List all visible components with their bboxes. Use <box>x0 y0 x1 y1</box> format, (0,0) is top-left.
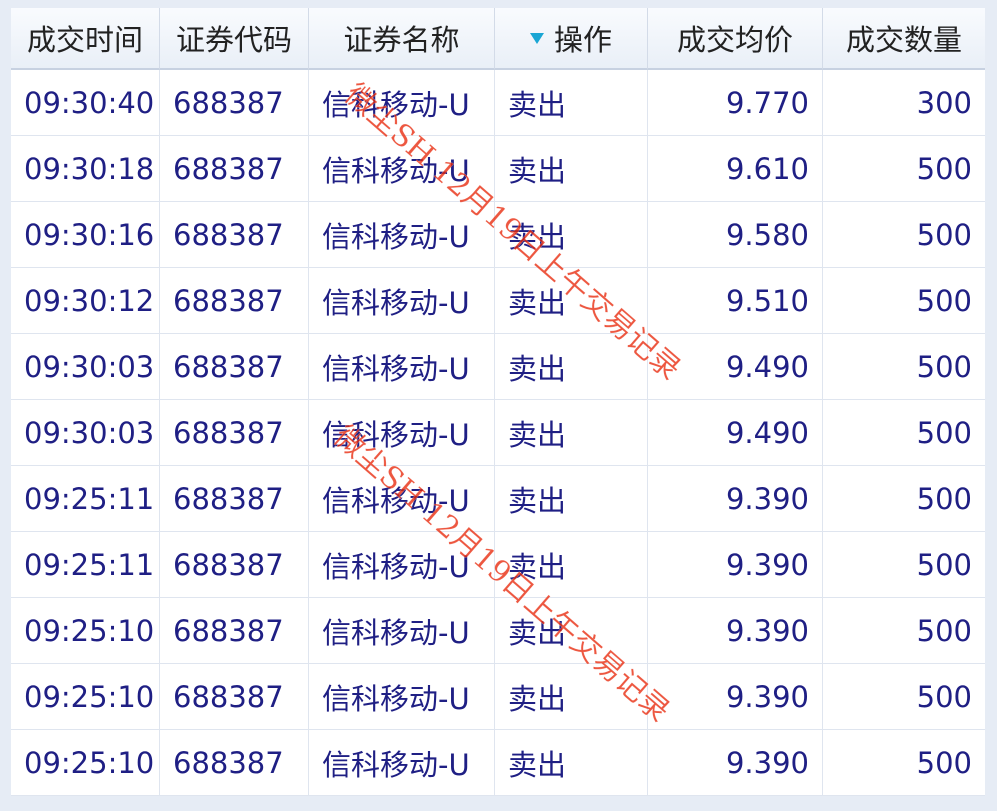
cell-security-name: 信科移动-U <box>309 136 495 202</box>
cell-avg-price: 9.490 <box>648 400 823 466</box>
cell-quantity: 500 <box>823 268 985 334</box>
cell-security-code: 688387 <box>160 598 309 664</box>
cell-action: 卖出 <box>495 334 648 400</box>
cell-avg-price: 9.490 <box>648 334 823 400</box>
column-header-trade-time[interactable]: 成交时间 <box>11 8 160 70</box>
column-header-action-label: 操作 <box>553 23 612 57</box>
cell-trade-time: 09:25:10 <box>11 664 160 730</box>
sort-down-triangle-icon[interactable] <box>529 33 544 44</box>
cell-security-code: 688387 <box>160 70 309 136</box>
cell-action: 卖出 <box>495 532 648 598</box>
table-header: 成交时间 证券代码 证券名称 操作 成交均价 成交数量 <box>11 8 985 70</box>
cell-security-code: 688387 <box>160 202 309 268</box>
column-header-action[interactable]: 操作 <box>495 8 648 70</box>
cell-security-code: 688387 <box>160 400 309 466</box>
table-row[interactable]: 09:25:10 688387 信科移动-U 卖出 9.390 500 <box>11 664 985 730</box>
cell-security-name: 信科移动-U <box>309 202 495 268</box>
cell-avg-price: 9.580 <box>648 202 823 268</box>
table-body: 09:30:40 688387 信科移动-U 卖出 9.770 300 09:30:18 68… <box>11 70 985 796</box>
cell-avg-price: 9.390 <box>648 730 823 796</box>
header-row: 成交时间 证券代码 证券名称 操作 成交均价 成交数量 <box>11 8 985 70</box>
cell-quantity: 500 <box>823 400 985 466</box>
table-row[interactable]: 09:25:11 688387 信科移动-U 卖出 9.390 500 <box>11 532 985 598</box>
cell-security-code: 688387 <box>160 268 309 334</box>
table-row[interactable]: 09:30:16 688387 信科移动-U 卖出 9.580 500 <box>11 202 985 268</box>
cell-quantity: 500 <box>823 664 985 730</box>
cell-quantity: 500 <box>823 466 985 532</box>
cell-action: 卖出 <box>495 400 648 466</box>
cell-action: 卖出 <box>495 268 648 334</box>
cell-security-code: 688387 <box>160 730 309 796</box>
cell-trade-time: 09:30:03 <box>11 334 160 400</box>
cell-quantity: 300 <box>823 70 985 136</box>
cell-action: 卖出 <box>495 70 648 136</box>
cell-trade-time: 09:25:10 <box>11 730 160 796</box>
column-header-avg-price[interactable]: 成交均价 <box>648 8 823 70</box>
cell-trade-time: 09:30:16 <box>11 202 160 268</box>
cell-quantity: 500 <box>823 730 985 796</box>
cell-avg-price: 9.510 <box>648 268 823 334</box>
cell-action: 卖出 <box>495 664 648 730</box>
cell-trade-time: 09:30:18 <box>11 136 160 202</box>
cell-security-code: 688387 <box>160 532 309 598</box>
cell-trade-time: 09:30:40 <box>11 70 160 136</box>
cell-action: 卖出 <box>495 202 648 268</box>
cell-action: 卖出 <box>495 466 648 532</box>
cell-trade-time: 09:25:10 <box>11 598 160 664</box>
cell-action: 卖出 <box>495 730 648 796</box>
cell-avg-price: 9.390 <box>648 466 823 532</box>
trade-records-table: 成交时间 证券代码 证券名称 操作 成交均价 成交数量 09:30:40 6883… <box>11 8 985 796</box>
cell-trade-time: 09:25:11 <box>11 466 160 532</box>
cell-avg-price: 9.390 <box>648 664 823 730</box>
table-row[interactable]: 09:25:11 688387 信科移动-U 卖出 9.390 500 <box>11 466 985 532</box>
cell-avg-price: 9.610 <box>648 136 823 202</box>
cell-quantity: 500 <box>823 532 985 598</box>
cell-security-name: 信科移动-U <box>309 664 495 730</box>
cell-quantity: 500 <box>823 334 985 400</box>
cell-quantity: 500 <box>823 202 985 268</box>
table-row[interactable]: 09:25:10 688387 信科移动-U 卖出 9.390 500 <box>11 598 985 664</box>
trade-records-panel: 成交时间 证券代码 证券名称 操作 成交均价 成交数量 09:30:40 6883… <box>11 8 985 796</box>
cell-avg-price: 9.390 <box>648 532 823 598</box>
cell-security-code: 688387 <box>160 136 309 202</box>
column-header-security-code[interactable]: 证券代码 <box>160 8 309 70</box>
cell-trade-time: 09:25:11 <box>11 532 160 598</box>
cell-security-code: 688387 <box>160 664 309 730</box>
cell-security-code: 688387 <box>160 466 309 532</box>
table-row[interactable]: 09:30:03 688387 信科移动-U 卖出 9.490 500 <box>11 400 985 466</box>
cell-security-name: 信科移动-U <box>309 466 495 532</box>
cell-security-code: 688387 <box>160 334 309 400</box>
cell-trade-time: 09:30:12 <box>11 268 160 334</box>
cell-quantity: 500 <box>823 598 985 664</box>
cell-security-name: 信科移动-U <box>309 400 495 466</box>
cell-security-name: 信科移动-U <box>309 268 495 334</box>
table-row[interactable]: 09:30:03 688387 信科移动-U 卖出 9.490 500 <box>11 334 985 400</box>
table-row[interactable]: 09:30:18 688387 信科移动-U 卖出 9.610 500 <box>11 136 985 202</box>
column-header-security-name[interactable]: 证券名称 <box>309 8 495 70</box>
cell-action: 卖出 <box>495 598 648 664</box>
table-row[interactable]: 09:25:10 688387 信科移动-U 卖出 9.390 500 <box>11 730 985 796</box>
cell-trade-time: 09:30:03 <box>11 400 160 466</box>
table-row[interactable]: 09:30:40 688387 信科移动-U 卖出 9.770 300 <box>11 70 985 136</box>
cell-security-name: 信科移动-U <box>309 334 495 400</box>
cell-security-name: 信科移动-U <box>309 70 495 136</box>
cell-action: 卖出 <box>495 136 648 202</box>
cell-security-name: 信科移动-U <box>309 730 495 796</box>
cell-security-name: 信科移动-U <box>309 532 495 598</box>
cell-security-name: 信科移动-U <box>309 598 495 664</box>
table-row[interactable]: 09:30:12 688387 信科移动-U 卖出 9.510 500 <box>11 268 985 334</box>
cell-quantity: 500 <box>823 136 985 202</box>
cell-avg-price: 9.770 <box>648 70 823 136</box>
column-header-quantity[interactable]: 成交数量 <box>823 8 985 70</box>
cell-avg-price: 9.390 <box>648 598 823 664</box>
